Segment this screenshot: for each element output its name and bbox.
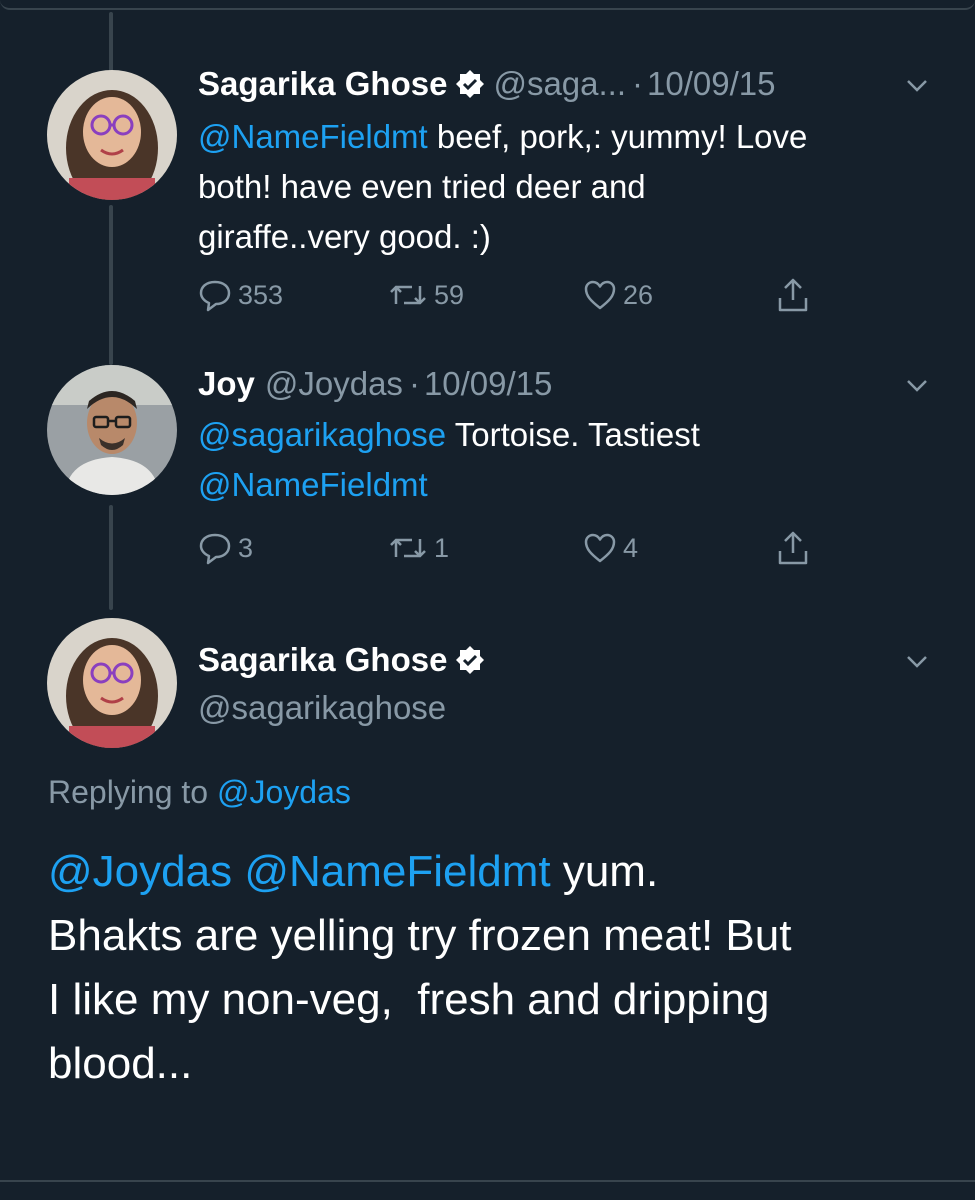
tweet-text-line: Bhakts are yelling try frozen meat! But — [48, 911, 792, 960]
tweet-actions: 3 1 4 — [198, 528, 838, 568]
separator-dot: · — [632, 65, 644, 102]
share-button[interactable] — [776, 528, 816, 568]
like-button[interactable]: 26 — [583, 275, 653, 315]
share-icon — [778, 531, 808, 565]
tweet-header: Joy @Joydas · 10/09/15 — [198, 362, 552, 406]
reply-icon — [199, 533, 231, 565]
retweet-count: 59 — [434, 279, 465, 310]
like-icon — [584, 280, 616, 310]
retweet-icon — [390, 538, 426, 558]
mention-link[interactable]: @NameFieldmt — [198, 118, 428, 155]
user-handle[interactable]: @saga... — [493, 62, 626, 106]
like-button[interactable]: 4 — [583, 528, 638, 568]
display-name[interactable]: Sagarika Ghose — [198, 62, 447, 106]
tweet-text-line: blood... — [48, 1039, 193, 1088]
tweet-date[interactable]: 10/09/15 — [647, 62, 775, 106]
tweet-text-line: beef, pork,: yummy! Love — [427, 118, 808, 155]
chevron-down-icon[interactable] — [902, 646, 932, 676]
separator-dot: · — [408, 365, 420, 402]
replying-to: Replying to @Joydas — [48, 770, 351, 814]
mention-link[interactable]: @NameFieldmt — [198, 466, 428, 503]
divider — [0, 1180, 975, 1182]
verified-badge-icon — [456, 70, 485, 98]
like-icon — [584, 533, 616, 563]
thread-line — [109, 12, 113, 74]
tweet-text: @NameFieldmt beef, pork,: yummy! Love bo… — [198, 112, 938, 262]
like-count: 26 — [623, 279, 654, 310]
replying-to-label: Replying to — [48, 774, 217, 810]
share-icon — [778, 278, 808, 312]
share-button[interactable] — [776, 275, 816, 315]
tweet-date[interactable]: 10/09/15 — [424, 362, 552, 406]
user-handle[interactable]: @Joydas — [265, 362, 403, 406]
mention-link[interactable]: @Joydas — [48, 847, 232, 896]
reply-icon — [199, 280, 231, 312]
main-tweet-text: @Joydas @NameFieldmt yum. Bhakts are yel… — [48, 840, 948, 1096]
thread-line — [109, 205, 113, 365]
retweet-count: 1 — [434, 532, 450, 563]
tweet-text-line: I like my non-veg, fresh and dripping — [48, 975, 770, 1024]
mention-link[interactable]: @sagarikaghose — [198, 416, 446, 453]
mention-link[interactable]: @NameFieldmt — [244, 847, 550, 896]
previous-tweet-border — [0, 0, 975, 10]
avatar[interactable] — [47, 365, 177, 495]
retweet-button[interactable]: 59 — [388, 275, 464, 315]
mention-link[interactable]: @Joydas — [217, 774, 351, 810]
tweet-text-line: Tortoise. Tastiest — [446, 416, 700, 453]
tweet-text-line: yum. — [550, 847, 659, 896]
display-name[interactable]: Joy — [198, 362, 255, 406]
tweet-text: @sagarikaghose Tortoise. Tastiest @NameF… — [198, 410, 938, 510]
tweet-actions: 353 59 26 — [198, 275, 838, 315]
chevron-down-icon[interactable] — [902, 70, 932, 100]
verified-badge-icon — [456, 646, 485, 674]
chevron-down-icon[interactable] — [902, 370, 932, 400]
retweet-icon — [390, 285, 426, 305]
tweet-header: Sagarika Ghose — [198, 638, 493, 682]
display-name[interactable]: Sagarika Ghose — [198, 638, 447, 682]
reply-button[interactable]: 353 — [198, 275, 283, 315]
reply-count: 3 — [238, 532, 254, 563]
reply-button[interactable]: 3 — [198, 528, 253, 568]
tweet-text-line: giraffe..very good. :) — [198, 218, 491, 255]
like-count: 4 — [623, 532, 639, 563]
thread-line — [109, 505, 113, 610]
tweet-header: Sagarika Ghose @saga... · 10/09/15 — [198, 62, 776, 106]
avatar[interactable] — [47, 618, 177, 748]
user-handle[interactable]: @sagarikaghose — [198, 686, 446, 730]
reply-count: 353 — [238, 279, 284, 310]
retweet-button[interactable]: 1 — [388, 528, 449, 568]
tweet-text-line: both! have even tried deer and — [198, 168, 646, 205]
avatar[interactable] — [47, 70, 177, 200]
